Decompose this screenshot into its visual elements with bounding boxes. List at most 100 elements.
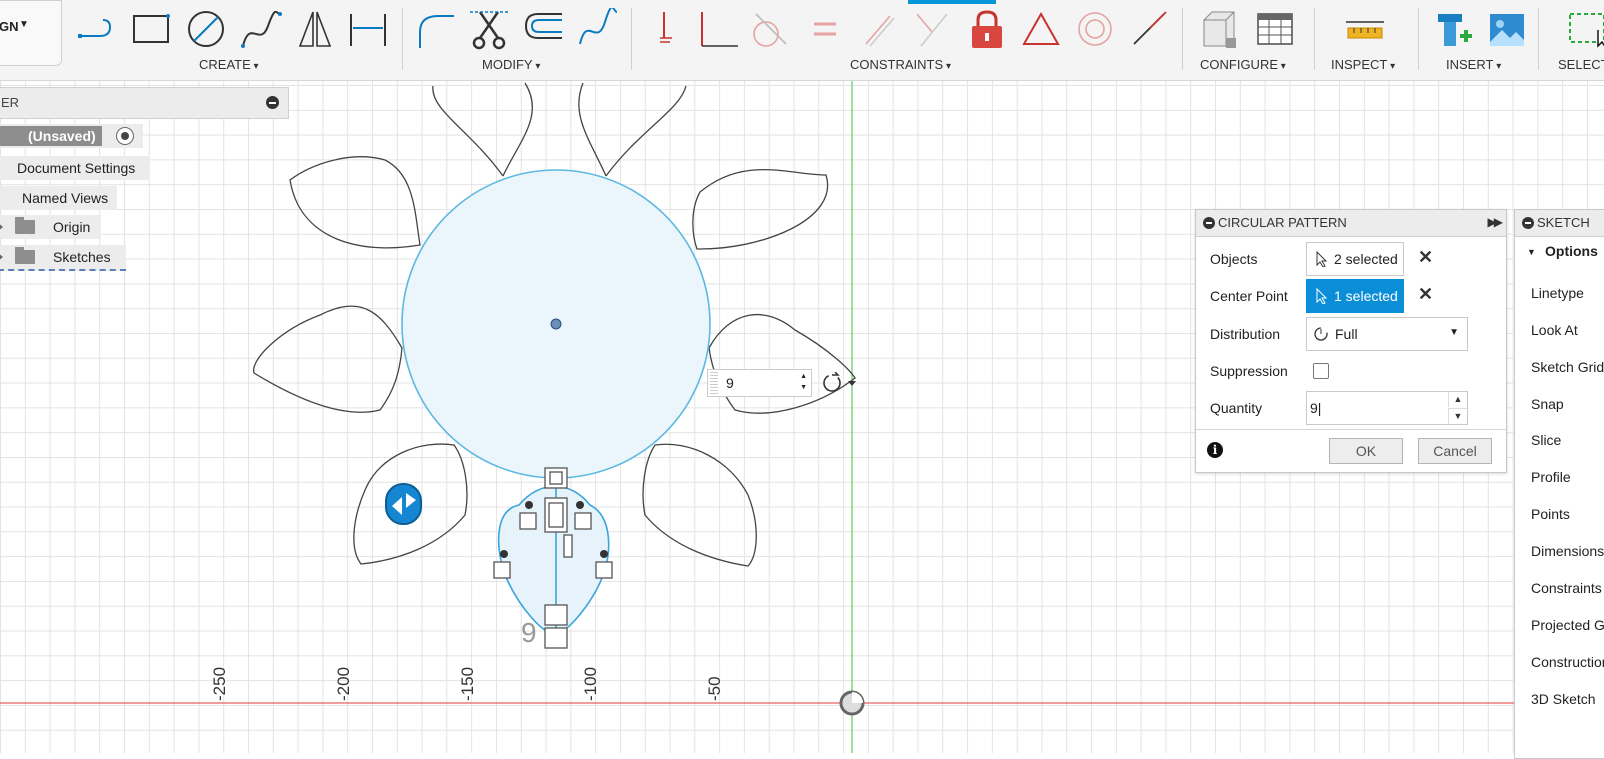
quantity-field[interactable]: 9| ▲ ▼ <box>1306 391 1468 425</box>
expand-arrow-icon[interactable] <box>0 252 3 262</box>
dialog-header[interactable]: CIRCULAR PATTERN ▶▶ <box>1196 210 1506 237</box>
rotate-icon <box>823 374 841 392</box>
dialog-title: CIRCULAR PATTERN <box>1218 215 1347 230</box>
cursor-arrow-icon <box>1316 251 1328 267</box>
browser-root-document[interactable]: (Unsaved) <box>0 124 143 148</box>
clear-objects-button[interactable]: ✕ <box>1418 247 1433 268</box>
toolbar-divider <box>1314 8 1315 70</box>
mirror-tool-icon[interactable] <box>294 8 336 50</box>
palette-header[interactable]: SKETCH <box>1515 210 1604 237</box>
insert-menu[interactable]: INSERT <box>1446 57 1501 72</box>
select-window-icon[interactable] <box>1566 8 1604 50</box>
objects-label: Objects <box>1210 251 1258 267</box>
spin-up-icon[interactable]: ▲ <box>800 373 807 380</box>
quantity-label: Quantity <box>1210 400 1263 416</box>
rectangle-tool-icon[interactable] <box>130 8 172 50</box>
cancel-button[interactable]: Cancel <box>1418 438 1492 464</box>
inspect-menu[interactable]: INSPECT <box>1331 57 1395 72</box>
palette-item-snap[interactable]: Snap <box>1531 396 1564 412</box>
clear-center-button[interactable]: ✕ <box>1418 284 1433 305</box>
dimension-tool-icon[interactable] <box>347 8 389 50</box>
concentric-constraint-icon[interactable] <box>1074 8 1116 50</box>
dialog-divider <box>1196 429 1506 430</box>
midpoint-constraint-icon[interactable] <box>1128 8 1170 50</box>
info-icon[interactable]: i <box>1207 442 1223 458</box>
center-point[interactable] <box>550 318 562 330</box>
canvas-quantity-input[interactable]: 9 ▲ ▼ <box>707 369 812 397</box>
configure-menu[interactable]: CONFIGURE <box>1200 57 1286 72</box>
toolbar: GN▼ CREATE MODIFY CONSTRAINTS CONFIGURE … <box>0 0 1604 81</box>
palette-item-3d-sketch[interactable]: 3D Sketch <box>1531 691 1596 707</box>
palette-item-constraints[interactable]: Constraints <box>1531 580 1602 596</box>
offset-tool-icon[interactable] <box>522 8 564 50</box>
toolbar-divider <box>402 8 403 70</box>
line-tool-icon[interactable] <box>76 8 118 50</box>
circle-tool-icon[interactable] <box>185 8 227 50</box>
sketch-scale-icon[interactable] <box>577 8 619 50</box>
spin-down-icon[interactable]: ▼ <box>1448 408 1467 424</box>
document-name: (Unsaved) <box>28 128 96 144</box>
palette-item-construction[interactable]: Construction <box>1531 654 1604 670</box>
constraints-menu[interactable]: CONSTRAINTS <box>850 57 951 72</box>
select-menu[interactable]: SELECT <box>1558 57 1604 72</box>
collapse-minus-icon[interactable] <box>1203 217 1215 229</box>
palette-title: SKETCH <box>1537 215 1590 230</box>
spline-tool-icon[interactable] <box>240 8 282 50</box>
collapse-minus-icon[interactable] <box>266 96 279 109</box>
suppression-checkbox[interactable] <box>1313 363 1329 379</box>
center-point-selector[interactable]: 1 selected <box>1306 279 1404 313</box>
palette-item-sketch-grid[interactable]: Sketch Grid <box>1531 359 1604 375</box>
collinear-constraint-icon[interactable] <box>911 8 953 50</box>
browser-item-sketches[interactable]: Sketches <box>0 245 126 271</box>
drag-grip-icon[interactable] <box>710 372 718 394</box>
configure-table-icon[interactable] <box>1254 8 1296 50</box>
palette-item-projected-geometries[interactable]: Projected Ge <box>1531 617 1604 633</box>
manipulator-icon[interactable] <box>385 483 422 525</box>
browser-item-origin[interactable]: Origin <box>0 215 101 239</box>
palette-item-slice[interactable]: Slice <box>1531 432 1561 448</box>
browser-item-document-settings[interactable]: Document Settings <box>0 156 150 180</box>
center-point-label: Center Point <box>1210 288 1288 304</box>
browser-title: ER <box>1 95 20 110</box>
options-section-toggle[interactable]: Options <box>1527 243 1598 259</box>
palette-item-look-at[interactable]: Look At <box>1531 322 1578 338</box>
palette-item-points[interactable]: Points <box>1531 506 1570 522</box>
objects-selector[interactable]: 2 selected <box>1306 242 1404 276</box>
fix-lock-icon[interactable] <box>966 8 1008 50</box>
axis-label: -150 <box>458 666 477 701</box>
expand-arrows-icon[interactable]: ▶▶ <box>1488 215 1504 229</box>
fillet-tool-icon[interactable] <box>414 8 456 50</box>
parallel-constraint-icon[interactable] <box>858 8 900 50</box>
workspace-switcher[interactable]: GN ▼ <box>0 0 62 66</box>
origin-quadrant <box>852 692 863 703</box>
tangent-constraint-icon[interactable] <box>750 8 792 50</box>
triangle-constraint-icon[interactable] <box>1020 8 1062 50</box>
toolbar-divider <box>631 8 632 70</box>
create-menu[interactable]: CREATE <box>199 57 259 72</box>
coincident-constraint-icon[interactable] <box>646 8 688 50</box>
rotate-full-icon <box>1314 327 1328 341</box>
expand-arrow-icon[interactable] <box>0 222 3 232</box>
insert-image-icon[interactable] <box>1486 8 1528 50</box>
distribution-select[interactable]: Full ▼ <box>1306 317 1468 351</box>
direction-dropdown[interactable] <box>818 372 860 394</box>
axis-label: -50 <box>705 676 724 701</box>
perpendicular-constraint-icon[interactable] <box>698 8 740 50</box>
spin-down-icon[interactable]: ▼ <box>800 384 807 391</box>
palette-item-dimensions[interactable]: Dimensions <box>1531 543 1604 559</box>
toolbar-divider <box>1418 8 1419 70</box>
circular-pattern-dialog: CIRCULAR PATTERN ▶▶ Objects 2 selected ✕… <box>1195 209 1507 473</box>
palette-item-profile[interactable]: Profile <box>1531 469 1571 485</box>
palette-item-linetype[interactable]: Linetype <box>1531 285 1584 301</box>
modify-menu[interactable]: MODIFY <box>482 57 540 72</box>
trim-scissors-icon[interactable] <box>468 8 510 50</box>
ok-button[interactable]: OK <box>1329 438 1403 464</box>
equal-constraint-icon[interactable] <box>804 8 846 50</box>
measure-ruler-icon[interactable] <box>1344 8 1386 50</box>
active-radio-icon[interactable] <box>116 127 134 145</box>
insert-bolt-icon[interactable] <box>1432 8 1474 50</box>
collapse-minus-icon[interactable] <box>1522 217 1534 229</box>
parameters-box-icon[interactable] <box>1198 8 1240 50</box>
spin-up-icon[interactable]: ▲ <box>1448 392 1467 407</box>
browser-item-named-views[interactable]: Named Views <box>0 186 117 210</box>
